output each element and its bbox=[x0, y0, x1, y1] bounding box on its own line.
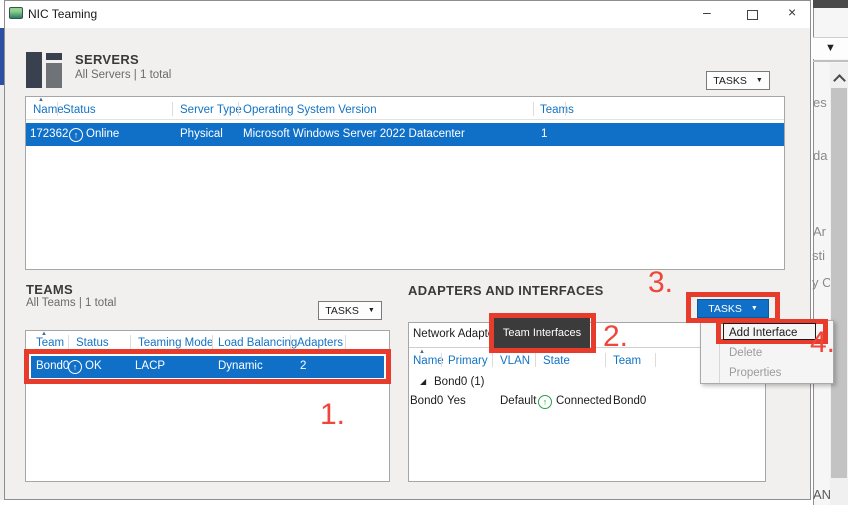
bg-text-fragment: y C bbox=[812, 275, 832, 290]
adapters-row[interactable]: Bond0 Yes Default ↑ Connected Bond0 bbox=[408, 393, 763, 411]
menu-item-delete: Delete bbox=[729, 347, 762, 359]
col-status[interactable]: Status bbox=[63, 104, 96, 116]
col-state[interactable]: State bbox=[543, 355, 570, 367]
servers-row[interactable]: 172362 ↑ Online Physical Microsoft Windo… bbox=[26, 123, 784, 146]
titlebar[interactable] bbox=[5, 1, 810, 28]
annotation-box-team-interfaces-tab bbox=[489, 313, 596, 353]
maximize-button[interactable] bbox=[747, 10, 758, 20]
connected-up-icon: ↑ bbox=[538, 395, 552, 409]
screen: NIC Teaming – × SERVERS All Servers | 1 … bbox=[0, 0, 848, 514]
col-primary[interactable]: Primary bbox=[448, 355, 488, 367]
dropdown-icon: ▼ bbox=[368, 307, 375, 314]
annotation-2: 2. bbox=[603, 322, 628, 352]
servers-heading: SERVERS bbox=[75, 52, 139, 67]
iface-name: Bond0 bbox=[410, 395, 443, 407]
expander-icon[interactable]: ◢ bbox=[420, 377, 426, 386]
iface-state: Connected bbox=[556, 395, 612, 407]
window-title: NIC Teaming bbox=[28, 7, 97, 21]
adapters-heading: ADAPTERS AND INTERFACES bbox=[408, 283, 604, 298]
bg-text-fragment: AN bbox=[813, 487, 831, 502]
bg-scrollbar-thumb[interactable] bbox=[831, 88, 847, 478]
server-type: Physical bbox=[180, 128, 223, 140]
col-teams[interactable]: Teams bbox=[540, 104, 574, 116]
annotation-box-teams-row bbox=[24, 349, 391, 384]
iface-vlan: Default bbox=[500, 395, 536, 407]
minimize-button[interactable]: – bbox=[703, 5, 711, 19]
col-vlan[interactable]: VLAN bbox=[500, 355, 530, 367]
close-button[interactable]: × bbox=[788, 5, 796, 19]
dropdown-icon: ▼ bbox=[756, 77, 763, 84]
teams-subheading: All Teams | 1 total bbox=[26, 297, 116, 309]
combo-dropdown-icon: ▼ bbox=[825, 42, 836, 54]
col-server-type[interactable]: Server Type bbox=[180, 104, 242, 116]
group-label: Bond0 (1) bbox=[434, 376, 485, 388]
server-teams: 1 bbox=[541, 128, 547, 140]
col-team[interactable]: Team bbox=[613, 355, 641, 367]
menu-item-properties: Properties bbox=[729, 367, 781, 379]
bg-window-top-strip bbox=[813, 0, 848, 8]
bg-text-fragment: Ar bbox=[813, 224, 826, 239]
teams-heading: TEAMS bbox=[26, 282, 73, 297]
iface-primary: Yes bbox=[447, 395, 466, 407]
servers-icon bbox=[26, 52, 62, 88]
bg-text-fragment: sti bbox=[812, 248, 825, 263]
col-status[interactable]: Status bbox=[76, 337, 109, 349]
server-name: 172362 bbox=[30, 128, 68, 140]
status-up-icon: ↑ bbox=[69, 128, 83, 142]
col-name[interactable]: Name bbox=[33, 104, 64, 116]
annotation-1: 1. bbox=[320, 400, 345, 430]
col-name[interactable]: Name bbox=[413, 355, 444, 367]
bg-text-fragment: es bbox=[813, 95, 827, 110]
server-status: Online bbox=[86, 128, 119, 140]
annotation-3: 3. bbox=[648, 268, 673, 298]
iface-team: Bond0 bbox=[613, 395, 646, 407]
bg-combobox[interactable]: ▼ bbox=[813, 38, 848, 59]
app-icon bbox=[9, 7, 23, 19]
server-os: Microsoft Windows Server 2022 Datacenter bbox=[243, 128, 465, 140]
col-teaming-mode[interactable]: Teaming Mode bbox=[138, 337, 213, 349]
annotation-innerbox-add-interface bbox=[723, 323, 816, 340]
bg-text-fragment: da bbox=[813, 148, 827, 163]
col-os-version[interactable]: Operating System Version bbox=[243, 104, 377, 116]
col-load-balancing[interactable]: Load Balancing bbox=[218, 337, 297, 349]
annotation-4: 4. bbox=[810, 328, 835, 358]
servers-tasks-button[interactable]: TASKS ▼ bbox=[706, 71, 770, 90]
sort-asc-icon: ▲ bbox=[38, 97, 44, 103]
servers-subheading: All Servers | 1 total bbox=[75, 69, 171, 81]
col-team[interactable]: Team bbox=[36, 337, 64, 349]
teams-tasks-button[interactable]: TASKS ▼ bbox=[318, 301, 382, 320]
col-adapters[interactable]: Adapters bbox=[297, 337, 343, 349]
